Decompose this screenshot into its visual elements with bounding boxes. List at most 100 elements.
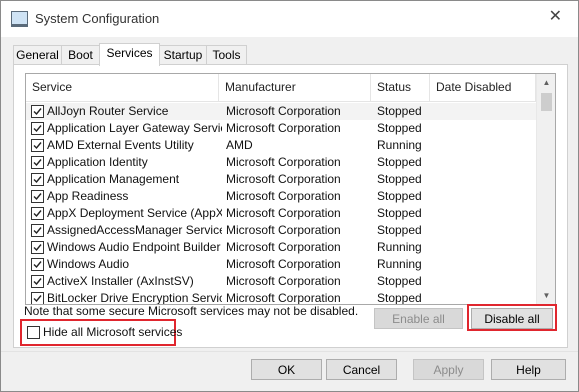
service-checkbox[interactable] bbox=[31, 275, 44, 288]
table-row[interactable]: Windows Audio Microsoft Corporation Runnin… bbox=[26, 256, 536, 273]
service-name: Windows Audio Endpoint Builder bbox=[47, 240, 221, 254]
column-service[interactable]: Service bbox=[26, 74, 219, 101]
checkmark-icon bbox=[33, 108, 42, 116]
scroll-thumb[interactable] bbox=[541, 93, 552, 111]
services-list: Service Manufacturer Status Date Disable… bbox=[25, 73, 556, 305]
service-status: Stopped bbox=[377, 189, 422, 203]
checkmark-icon bbox=[33, 261, 42, 269]
secure-services-note: Note that some secure Microsoft services… bbox=[24, 304, 359, 318]
service-manufacturer: Microsoft Corporation bbox=[226, 189, 341, 203]
table-row[interactable]: BitLocker Drive Encryption Service Micros… bbox=[26, 290, 536, 305]
services-panel: Service Manufacturer Status Date Disable… bbox=[13, 64, 568, 348]
service-status: Stopped bbox=[377, 223, 422, 237]
tab-services[interactable]: Services bbox=[99, 43, 160, 66]
disable-all-button[interactable]: Disable all bbox=[471, 308, 553, 329]
table-row[interactable]: Application Management Microsoft Corporat… bbox=[26, 171, 536, 188]
service-manufacturer: Microsoft Corporation bbox=[226, 274, 341, 288]
service-checkbox[interactable] bbox=[31, 139, 44, 152]
close-icon[interactable]: ✕ bbox=[549, 9, 562, 25]
service-name: ActiveX Installer (AxInstSV) bbox=[47, 274, 194, 288]
service-status: Stopped bbox=[377, 291, 422, 305]
service-checkbox[interactable] bbox=[31, 105, 44, 118]
service-checkbox[interactable] bbox=[31, 224, 44, 237]
service-checkbox[interactable] bbox=[31, 173, 44, 186]
checkmark-icon bbox=[33, 244, 42, 252]
checkmark-icon bbox=[33, 193, 42, 201]
service-status: Stopped bbox=[377, 274, 422, 288]
service-name: App Readiness bbox=[47, 189, 129, 203]
help-button[interactable]: Help bbox=[491, 359, 566, 380]
tab-boot[interactable]: Boot bbox=[61, 45, 100, 65]
table-row[interactable]: AppX Deployment Service (AppX... Microsof… bbox=[26, 205, 536, 222]
title-bar[interactable]: System Configuration ✕ bbox=[1, 1, 578, 37]
list-header: Service Manufacturer Status Date Disable… bbox=[26, 74, 536, 102]
service-name: AMD External Events Utility bbox=[47, 138, 194, 152]
checkmark-icon bbox=[33, 176, 42, 184]
column-manufacturer[interactable]: Manufacturer bbox=[219, 74, 371, 101]
checkmark-icon bbox=[33, 125, 42, 133]
service-manufacturer: Microsoft Corporation bbox=[226, 257, 341, 271]
enable-all-button[interactable]: Enable all bbox=[374, 308, 463, 329]
scroll-down-icon[interactable]: ▼ bbox=[537, 287, 555, 304]
scroll-up-icon[interactable]: ▲ bbox=[537, 74, 555, 91]
ok-button[interactable]: OK bbox=[251, 359, 322, 380]
msconfig-app-icon bbox=[11, 11, 28, 27]
column-date-disabled[interactable]: Date Disabled bbox=[430, 74, 536, 101]
service-checkbox[interactable] bbox=[31, 122, 44, 135]
service-status: Running bbox=[377, 240, 422, 254]
service-status: Running bbox=[377, 257, 422, 271]
service-name: Application Layer Gateway Service bbox=[47, 121, 222, 135]
apply-button[interactable]: Apply bbox=[413, 359, 484, 380]
service-checkbox[interactable] bbox=[31, 207, 44, 220]
window-title: System Configuration bbox=[35, 11, 160, 26]
checkmark-icon bbox=[33, 295, 42, 303]
service-name: AllJoyn Router Service bbox=[47, 104, 169, 118]
service-manufacturer: Microsoft Corporation bbox=[226, 291, 341, 305]
service-checkbox[interactable] bbox=[31, 258, 44, 271]
hide-microsoft-services-checkbox[interactable] bbox=[27, 326, 40, 339]
table-row[interactable]: AssignedAccessManager Service Microsoft C… bbox=[26, 222, 536, 239]
column-status[interactable]: Status bbox=[371, 74, 430, 101]
service-manufacturer: Microsoft Corporation bbox=[226, 223, 341, 237]
cancel-button[interactable]: Cancel bbox=[326, 359, 397, 380]
service-manufacturer: Microsoft Corporation bbox=[226, 240, 341, 254]
service-status: Stopped bbox=[377, 206, 422, 220]
service-status: Stopped bbox=[377, 121, 422, 135]
tab-general[interactable]: General bbox=[13, 45, 62, 65]
service-checkbox[interactable] bbox=[31, 156, 44, 169]
service-manufacturer: Microsoft Corporation bbox=[226, 206, 341, 220]
checkmark-icon bbox=[33, 142, 42, 150]
service-name: BitLocker Drive Encryption Service bbox=[47, 291, 222, 305]
service-name: Windows Audio bbox=[47, 257, 130, 271]
service-manufacturer: Microsoft Corporation bbox=[226, 104, 341, 118]
tab-startup[interactable]: Startup bbox=[159, 45, 207, 65]
system-configuration-window: System Configuration ✕ General Boot Serv… bbox=[0, 0, 579, 392]
service-name: Application Management bbox=[47, 172, 180, 186]
service-status: Running bbox=[377, 138, 422, 152]
service-manufacturer: AMD bbox=[226, 138, 253, 152]
table-row[interactable]: ActiveX Installer (AxInstSV) Microsoft Co… bbox=[26, 273, 536, 290]
service-status: Stopped bbox=[377, 104, 422, 118]
service-status: Stopped bbox=[377, 172, 422, 186]
service-manufacturer: Microsoft Corporation bbox=[226, 172, 341, 186]
service-checkbox[interactable] bbox=[31, 190, 44, 203]
checkmark-icon bbox=[33, 278, 42, 286]
service-checkbox[interactable] bbox=[31, 241, 44, 254]
service-manufacturer: Microsoft Corporation bbox=[226, 155, 341, 169]
checkmark-icon bbox=[33, 227, 42, 235]
checkmark-icon bbox=[33, 210, 42, 218]
checkmark-icon bbox=[33, 159, 42, 167]
vertical-scrollbar[interactable]: ▲ ▼ bbox=[536, 74, 555, 304]
service-status: Stopped bbox=[377, 155, 422, 169]
service-manufacturer: Microsoft Corporation bbox=[226, 121, 341, 135]
table-row[interactable]: App Readiness Microsoft Corporation Stoppe… bbox=[26, 188, 536, 205]
table-row[interactable]: AMD External Events Utility AMD Running bbox=[26, 137, 536, 154]
hide-microsoft-services-label[interactable]: Hide all Microsoft services bbox=[43, 325, 182, 339]
service-name: Application Identity bbox=[47, 155, 148, 169]
table-row[interactable]: Application Identity Microsoft Corporatio… bbox=[26, 154, 536, 171]
table-row[interactable]: Windows Audio Endpoint Builder Microsoft … bbox=[26, 239, 536, 256]
table-row[interactable]: Application Layer Gateway Service Microso… bbox=[26, 120, 536, 137]
service-name: AppX Deployment Service (AppX... bbox=[47, 206, 222, 220]
tab-tools[interactable]: Tools bbox=[206, 45, 247, 65]
table-row[interactable]: AllJoyn Router Service Microsoft Corporat… bbox=[26, 103, 536, 120]
